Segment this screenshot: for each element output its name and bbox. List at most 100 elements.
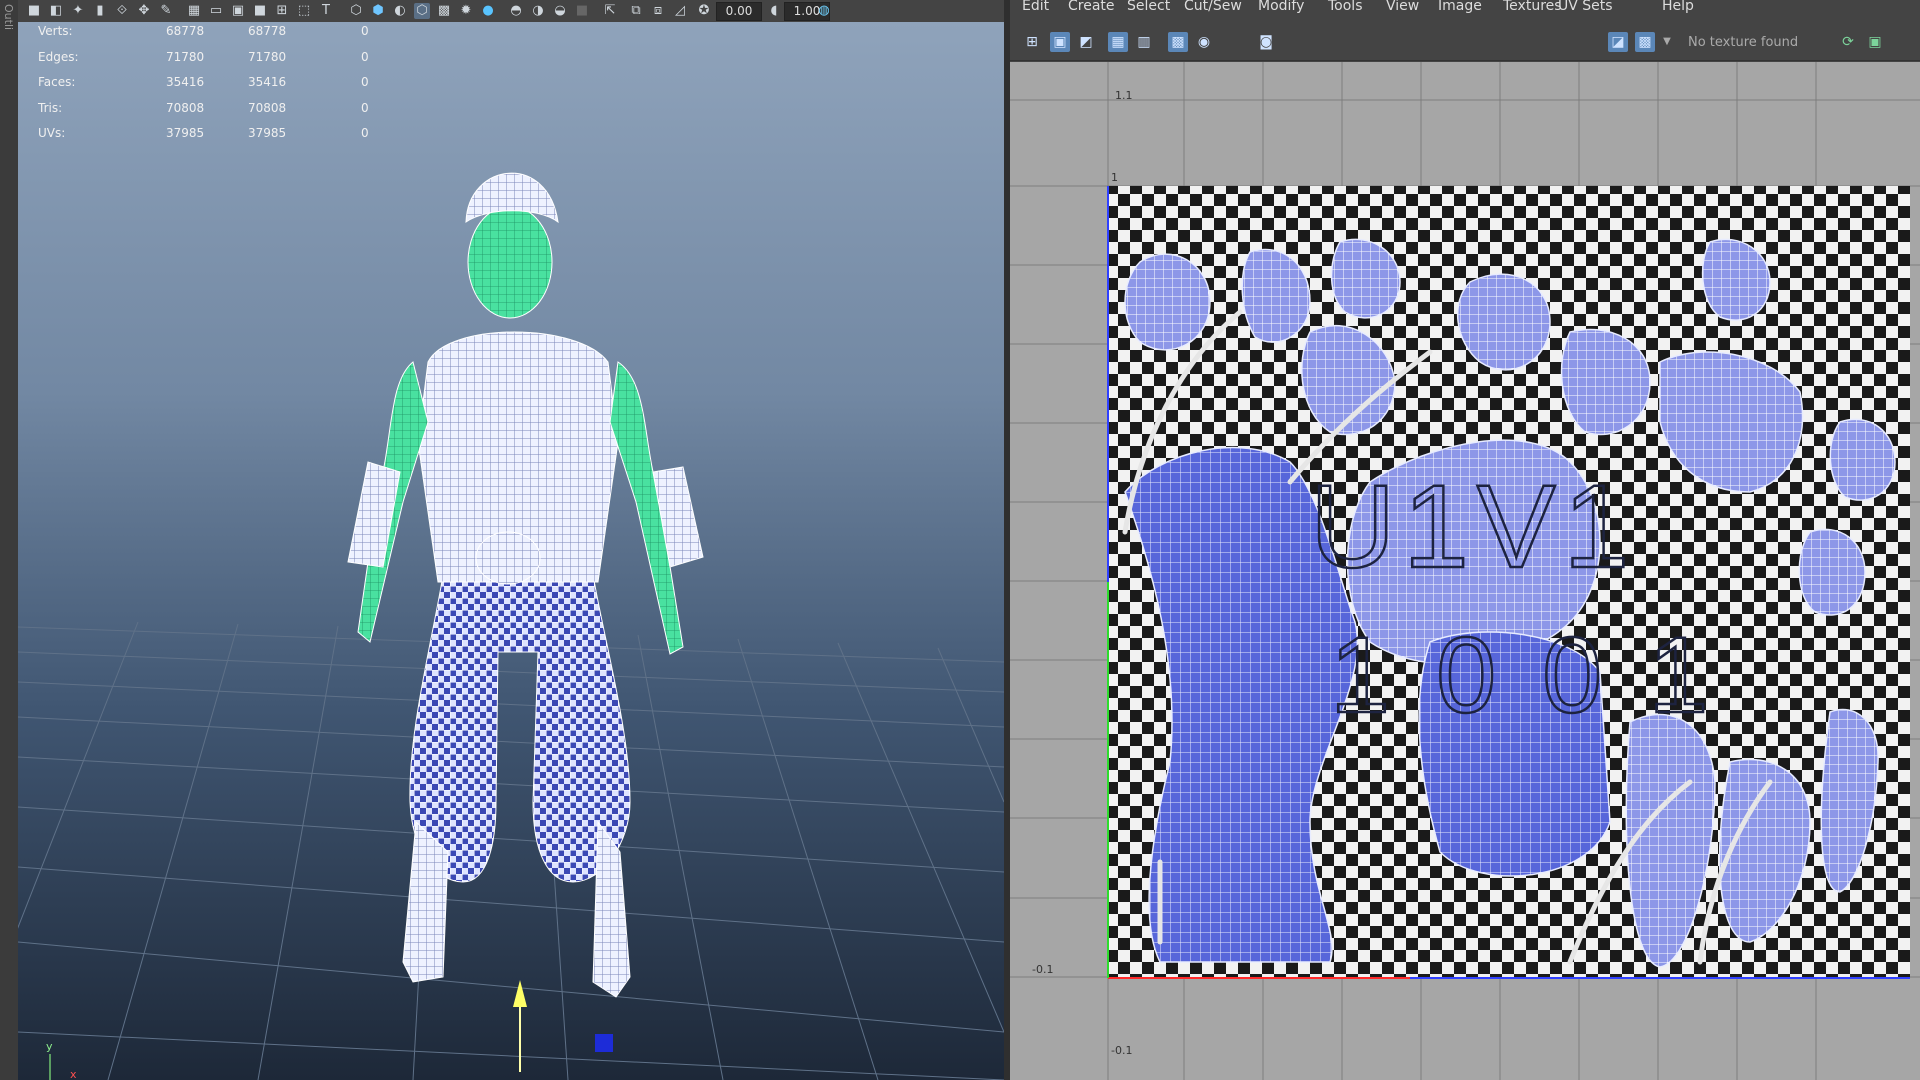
hud-label: Edges: (38, 49, 79, 64)
menu-help[interactable]: Help (1662, 0, 1694, 14)
checker-icon[interactable]: ▩ (1635, 32, 1655, 52)
tile-label-uv: U1V1 (1310, 461, 1637, 593)
bookmark-icon[interactable]: ✦ (70, 3, 86, 19)
uv-tile-icon[interactable]: ▥ (1134, 32, 1154, 52)
uv-display-icon[interactable]: ▣ (1050, 32, 1070, 52)
hud-value: 35416 (166, 75, 205, 89)
wireframe-icon[interactable]: ⬡ (348, 3, 364, 19)
texture-status: No texture found (1688, 35, 1799, 50)
uv-snapshot-icon[interactable]: ◙ (1256, 32, 1276, 52)
film-gate-icon[interactable]: ▭ (208, 3, 224, 19)
exposure-field[interactable]: 0.00 (716, 2, 762, 21)
shadows-icon[interactable]: ● (480, 3, 496, 19)
uv-editor-panel: Edit Create Select Cut/Sew Modify Tools … (1010, 0, 1920, 1080)
hud-value: 70808 (166, 100, 205, 115)
field-chart-icon[interactable]: ⊞ (274, 3, 290, 19)
color-management-icon[interactable]: ◍ (816, 3, 832, 19)
menu-uv-sets[interactable]: UV Sets (1558, 0, 1613, 14)
snap-icon[interactable]: ⟐ (114, 3, 130, 19)
menu-cut-sew[interactable]: Cut/Sew (1184, 0, 1242, 14)
menu-modify[interactable]: Modify (1258, 0, 1304, 14)
outliner-tab[interactable]: Outli (0, 0, 19, 1080)
wireframe-on-shaded-icon[interactable]: ⬡ (414, 3, 430, 19)
hud-label: Verts: (38, 24, 73, 38)
hud-value: 0 (361, 126, 369, 140)
uv-grid-icon[interactable]: ▩ (1168, 32, 1188, 52)
character-wireframe (347, 172, 704, 998)
axis-y-label: y (46, 1040, 53, 1053)
uv-editor-toolbar: ⊞ ▣ ◩ ▦ ▥ ▩ ◉ ◙ ◪ ▩ ▼ No texture found ⟳… (1010, 26, 1920, 61)
outliner-tab-label: Outli (2, 4, 15, 31)
menu-create[interactable]: Create (1068, 0, 1115, 14)
exposure-icon[interactable]: ✪ (696, 3, 712, 19)
uv-frame-icon[interactable]: ▦ (1108, 32, 1128, 52)
isolate-select-icon[interactable]: ⇱ (602, 3, 618, 19)
hud-label: Tris: (38, 100, 63, 115)
lights-icon[interactable]: ✹ (458, 3, 474, 19)
menu-select[interactable]: Select (1127, 0, 1170, 14)
uv-shaded-icon[interactable]: ◩ (1076, 32, 1096, 52)
ground-grid (18, 621, 1004, 1080)
hud-label: UVs: (38, 126, 66, 140)
pen-icon[interactable]: ✎ (158, 3, 174, 19)
menu-textures[interactable]: Textures (1503, 0, 1562, 14)
screen-space-ao-icon[interactable]: ◓ (508, 3, 524, 19)
camera-attributes-icon[interactable]: ◧ (48, 3, 64, 19)
pan-icon[interactable]: ✥ (136, 3, 152, 19)
uv-canvas: 1.1 1 -0.1 -0.1 U1V1 1001 (1010, 62, 1920, 1080)
gate-mask-icon[interactable]: ■ (252, 3, 268, 19)
hud-value: 70808 (248, 100, 287, 115)
hud-value: 68778 (166, 24, 205, 38)
texture-image-icon[interactable]: ▣ (1865, 32, 1885, 52)
grid-label-neg-u: -0.1 (1032, 963, 1053, 976)
uv-snap-icon[interactable]: ◉ (1194, 32, 1214, 52)
uv-editor-menubar: Edit Create Select Cut/Sew Modify Tools … (1010, 0, 1920, 17)
hud-value: 37985 (166, 126, 205, 140)
smooth-shade-icon[interactable]: ⬢ (370, 3, 386, 19)
resolution-gate-icon[interactable]: ▣ (230, 3, 246, 19)
anti-alias-icon[interactable]: ◒ (552, 3, 568, 19)
hud-value: 37985 (248, 126, 287, 140)
gamma-icon[interactable]: ◖ (766, 3, 782, 19)
image-plane-icon[interactable]: ▮ (92, 3, 108, 19)
grid-label-1-1: 1.1 (1115, 89, 1133, 102)
safe-action-icon[interactable]: ⬚ (296, 3, 312, 19)
scene-view: y x (18, 172, 1004, 1080)
texture-refresh-icon[interactable]: ⟳ (1838, 32, 1858, 52)
viewport-toolbar: ■ ◧ ✦ ▮ ⟐ ✥ ✎ ▦ ▭ ▣ ■ ⊞ ⬚ T ⬡ ⬢ ◐ ⬡ ▩ ✹ … (18, 0, 1004, 23)
default-material-icon[interactable]: ◐ (392, 3, 408, 19)
perspective-viewport[interactable]: y x Verts: 68778 68778 0 Edges: 71780 71… (18, 22, 1004, 1080)
hud-value: 68778 (248, 24, 287, 38)
grid-label-neg-v: -0.1 (1111, 1044, 1132, 1057)
motion-blur-icon[interactable]: ◑ (530, 3, 546, 19)
menu-image[interactable]: Image (1438, 0, 1482, 14)
hud-value: 0 (361, 49, 369, 64)
xray-joints-icon[interactable]: ⧈ (650, 3, 666, 19)
dropdown-arrow-icon[interactable]: ▼ (1657, 32, 1677, 52)
textured-icon[interactable]: ▩ (436, 3, 452, 19)
safe-title-icon[interactable]: T (318, 3, 334, 19)
depth-of-field-icon[interactable]: ■ (574, 3, 590, 19)
hud-value: 0 (361, 100, 369, 115)
viewport-panel: Outli ■ ◧ ✦ ▮ ⟐ ✥ ✎ ▦ ▭ ▣ ■ ⊞ ⬚ T ⬡ ⬢ ◐ … (0, 0, 1004, 1080)
menu-tools[interactable]: Tools (1328, 0, 1363, 14)
hud-value: 71780 (166, 49, 205, 64)
grid-label-1: 1 (1111, 171, 1118, 184)
backface-icon[interactable]: ◿ (672, 3, 688, 19)
hud-value: 0 (361, 24, 369, 38)
menu-edit[interactable]: Edit (1022, 0, 1049, 14)
axis-x-label: x (70, 1068, 77, 1080)
hud-value: 71780 (248, 49, 287, 64)
tile-label-udim: 1001 (1330, 614, 1754, 735)
grid-icon[interactable]: ▦ (186, 3, 202, 19)
select-camera-icon[interactable]: ■ (26, 3, 42, 19)
uv-workspace[interactable]: 1.1 1 -0.1 -0.1 U1V1 1001 (1010, 62, 1920, 1080)
uv-grid-layout-icon[interactable]: ⊞ (1022, 32, 1042, 52)
xray-icon[interactable]: ⧉ (628, 3, 644, 19)
hud-value: 35416 (248, 75, 287, 89)
menu-view[interactable]: View (1386, 0, 1419, 14)
axis-gizmo: y x (46, 1040, 77, 1080)
hud-label: Faces: (38, 75, 76, 89)
image-display-icon[interactable]: ◪ (1608, 32, 1628, 52)
hud-value: 0 (361, 75, 369, 89)
